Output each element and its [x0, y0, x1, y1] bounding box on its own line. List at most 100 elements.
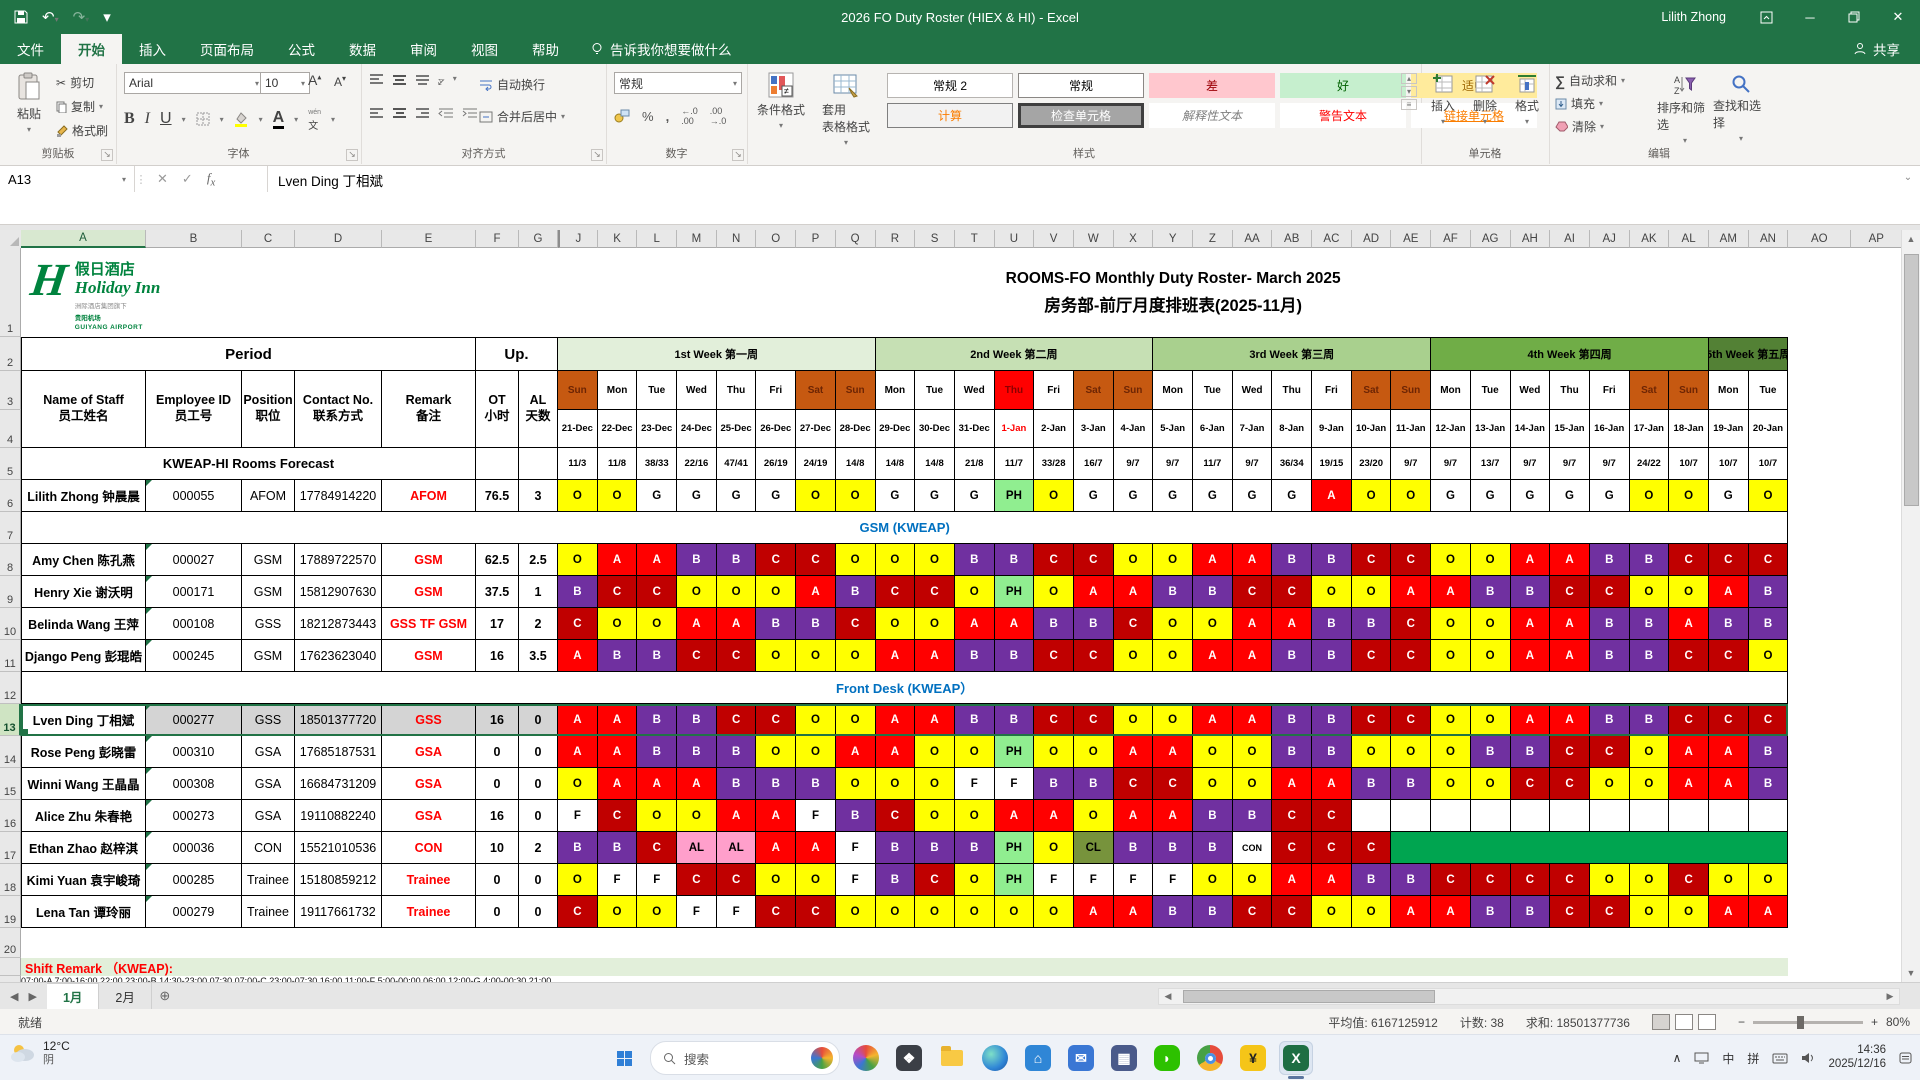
cell-remark[interactable]: GSA	[382, 736, 476, 768]
shift-cell[interactable]: A	[1550, 544, 1590, 576]
shift-cell[interactable]: O	[558, 768, 598, 800]
shift-cell[interactable]: PH	[994, 576, 1035, 608]
shift-cell[interactable]: O	[1629, 480, 1670, 512]
underline-button[interactable]: U	[160, 110, 172, 128]
cell-employee-id[interactable]: 000273	[146, 800, 242, 832]
column-header-AE[interactable]: AE	[1391, 230, 1432, 248]
normal-view-icon[interactable]	[1651, 1014, 1670, 1030]
shift-cell[interactable]: G	[915, 480, 955, 512]
shift-cell[interactable]: O	[1391, 480, 1432, 512]
cell-contact[interactable]: 15521010536	[295, 832, 382, 864]
forecast-cell[interactable]: 26/19	[756, 448, 797, 480]
shift-cell[interactable]: B	[994, 544, 1035, 576]
shift-cell[interactable]: A	[835, 736, 876, 768]
date-cell[interactable]: 19-Jan	[1708, 410, 1749, 448]
column-header-AB[interactable]: AB	[1272, 230, 1313, 248]
weather-widget[interactable]: 12°C 阴	[10, 1039, 70, 1066]
confirm-entry-icon[interactable]: ✓	[182, 171, 193, 187]
day-name-cell[interactable]: Mon	[1708, 371, 1749, 410]
shift-cell[interactable]: O	[1312, 896, 1352, 928]
column-header-S[interactable]: S	[915, 230, 955, 248]
shift-cell[interactable]: A	[1113, 896, 1154, 928]
column-header-E[interactable]: E	[382, 230, 476, 248]
shift-cell[interactable]: O	[1589, 864, 1630, 896]
shift-cell[interactable]: A	[796, 832, 836, 864]
shift-cell[interactable]: A	[1510, 544, 1551, 576]
shift-cell[interactable]: A	[756, 800, 797, 832]
shift-cell[interactable]: O	[796, 640, 836, 672]
shift-cell[interactable]: B	[637, 736, 678, 768]
shift-cell[interactable]: C	[1391, 704, 1432, 736]
shift-cell[interactable]: C	[1351, 704, 1392, 736]
shift-cell[interactable]: C	[1550, 576, 1590, 608]
insert-function-icon[interactable]: fx	[207, 170, 215, 189]
store-icon[interactable]: ⌂	[1021, 1041, 1055, 1075]
shift-cell[interactable]: O	[1470, 608, 1511, 640]
shift-cell[interactable]: B	[1748, 576, 1789, 608]
shift-cell[interactable]: F	[835, 832, 876, 864]
shift-cell[interactable]: PH	[994, 480, 1035, 512]
forecast-cell[interactable]: 14/8	[875, 448, 916, 480]
shift-cell[interactable]: O	[1431, 608, 1471, 640]
forecast-cell[interactable]: 11/3	[558, 448, 598, 480]
date-cell[interactable]: 3-Jan	[1073, 410, 1114, 448]
shift-cell[interactable]: B	[954, 704, 995, 736]
cell-al[interactable]: 0	[519, 800, 558, 832]
tell-me-box[interactable]: 告诉我你想要做什么	[576, 34, 746, 64]
shift-cell[interactable]: O	[954, 576, 995, 608]
shift-cell[interactable]: O	[1629, 736, 1670, 768]
shift-cell[interactable]: A	[875, 640, 916, 672]
cell-style-chip[interactable]: 好	[1280, 73, 1406, 98]
shift-cell[interactable]: C	[1669, 544, 1709, 576]
day-name-cell[interactable]: Sun	[835, 371, 876, 410]
shift-cell[interactable]: C	[677, 640, 717, 672]
shift-cell[interactable]: C	[677, 864, 717, 896]
shift-cell[interactable]: A	[597, 704, 638, 736]
shift-cell[interactable]: O	[994, 896, 1035, 928]
shift-cell[interactable]: C	[1034, 544, 1074, 576]
forecast-cell[interactable]: 24/19	[796, 448, 836, 480]
customize-qat-icon[interactable]: ▾	[103, 8, 111, 26]
shift-cell[interactable]: C	[1470, 864, 1511, 896]
shift-cell[interactable]: A	[677, 608, 717, 640]
shift-cell[interactable]: O	[915, 736, 955, 768]
shift-cell[interactable]: G	[716, 480, 757, 512]
align-middle-icon[interactable]	[392, 74, 407, 87]
sheet-tab-1月[interactable]: 1月	[46, 983, 100, 1009]
styles-scroll-down-icon[interactable]: ▾	[1401, 86, 1417, 97]
column-header-AF[interactable]: AF	[1431, 230, 1471, 248]
cell-al[interactable]: 0	[519, 864, 558, 896]
shift-cell[interactable]: B	[1193, 800, 1233, 832]
column-header-T[interactable]: T	[954, 230, 995, 248]
shift-cell[interactable]: C	[1708, 544, 1749, 576]
insert-cells-button[interactable]: 插入 ▾	[1423, 72, 1463, 126]
column-header-M[interactable]: M	[677, 230, 717, 248]
shift-cell[interactable]: C	[1510, 768, 1551, 800]
date-cell[interactable]: 12-Jan	[1431, 410, 1471, 448]
shift-cell[interactable]: O	[1113, 544, 1154, 576]
cell-staff-name[interactable]: Django Peng 彭琨皓	[21, 640, 146, 672]
shift-cell[interactable]: B	[1589, 640, 1630, 672]
day-name-cell[interactable]: Wed	[1232, 371, 1273, 410]
wrap-text-button[interactable]: 自动换行	[479, 76, 545, 93]
cell-al[interactable]: 0	[519, 736, 558, 768]
column-header-J[interactable]: J	[558, 230, 598, 248]
day-name-cell[interactable]: Fri	[1312, 371, 1352, 410]
shift-cell[interactable]: A	[1550, 640, 1590, 672]
shift-cell[interactable]: O	[597, 896, 638, 928]
shift-cell[interactable]: O	[915, 608, 955, 640]
row-header-15[interactable]: 15	[0, 768, 21, 800]
cell-contact[interactable]: 18501377720	[295, 704, 382, 736]
shift-cell[interactable]: B	[1391, 864, 1432, 896]
shift-cell[interactable]: B	[915, 832, 955, 864]
shift-cell[interactable]: O	[835, 480, 876, 512]
number-format-select[interactable]: 常规 ▾	[614, 72, 742, 94]
shift-cell[interactable]: O	[954, 736, 995, 768]
find-select-button[interactable]: 查找和选择 ▾	[1713, 74, 1769, 143]
shift-cell[interactable]: B	[1748, 768, 1789, 800]
date-cell[interactable]: 26-Dec	[756, 410, 797, 448]
shift-cell[interactable]: B	[677, 736, 717, 768]
number-dialog-launcher[interactable]: ↘	[732, 149, 744, 161]
cell-position[interactable]: GSM	[242, 576, 295, 608]
day-name-cell[interactable]: Sat	[1629, 371, 1670, 410]
